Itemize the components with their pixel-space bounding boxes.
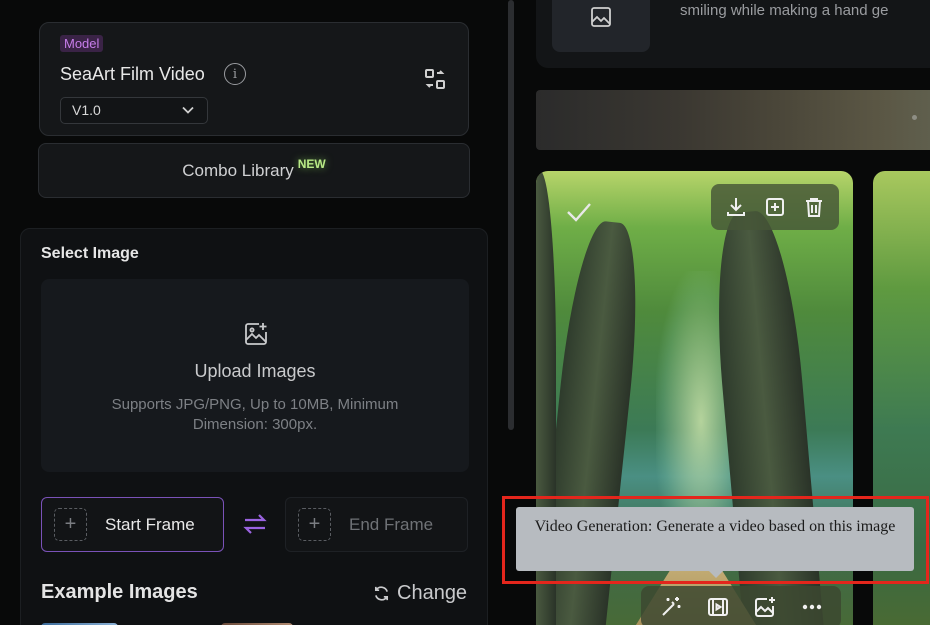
upload-area[interactable]: Upload Images Supports JPG/PNG, Up to 10… xyxy=(41,279,469,472)
download-icon[interactable] xyxy=(725,196,747,218)
swap-frames-icon[interactable] xyxy=(242,513,268,535)
version-select[interactable]: V1.0 xyxy=(60,97,208,124)
prompt-card: smiling while making a hand ge xyxy=(536,0,930,68)
image-action-bar xyxy=(711,184,839,230)
add-image-icon xyxy=(245,323,267,345)
scrollbar[interactable] xyxy=(508,0,514,430)
refresh-icon xyxy=(374,586,389,601)
magic-wand-icon[interactable] xyxy=(659,595,683,619)
start-frame-button[interactable]: + Start Frame xyxy=(41,497,224,552)
more-options-icon[interactable] xyxy=(800,595,824,619)
select-image-panel: Select Image Upload Images Supports JPG/… xyxy=(20,228,488,625)
switch-model-icon[interactable] xyxy=(423,67,447,91)
image-icon xyxy=(591,7,611,27)
select-check-icon[interactable] xyxy=(566,201,592,223)
change-label: Change xyxy=(397,582,468,604)
end-frame-label: End Frame xyxy=(349,514,434,534)
plus-icon: + xyxy=(54,508,87,541)
version-value: V1.0 xyxy=(72,102,101,118)
video-generation-tooltip: Video Generation: Generate a video based… xyxy=(516,507,914,571)
combo-library-button[interactable]: Combo Library NEW xyxy=(38,143,470,198)
plus-icon: + xyxy=(298,508,331,541)
model-card: Model SeaArt Film Video i V1.0 xyxy=(39,22,469,136)
example-images-title: Example Images xyxy=(41,581,198,603)
combo-library-label: Combo Library xyxy=(182,160,294,180)
edit-image-icon[interactable] xyxy=(753,595,777,619)
change-button[interactable]: Change xyxy=(373,582,467,605)
model-tag: Model xyxy=(60,35,104,52)
select-image-title: Select Image xyxy=(41,245,139,262)
start-frame-label: Start Frame xyxy=(105,514,195,534)
model-name[interactable]: SeaArt Film Video xyxy=(60,64,205,85)
video-generation-icon[interactable] xyxy=(706,595,730,619)
new-badge: NEW xyxy=(297,156,326,171)
generation-progress-strip xyxy=(536,90,930,150)
upload-title: Upload Images xyxy=(194,361,316,381)
loading-dot xyxy=(912,115,917,120)
delete-icon[interactable] xyxy=(803,196,825,218)
add-icon[interactable] xyxy=(764,196,786,218)
prompt-image-thumbnail[interactable] xyxy=(552,0,650,52)
info-icon[interactable]: i xyxy=(224,63,246,85)
image-tools-bar xyxy=(641,586,841,625)
tooltip-arrow xyxy=(709,571,723,578)
end-frame-button[interactable]: + End Frame xyxy=(285,497,468,552)
prompt-text: smiling while making a hand ge xyxy=(680,2,889,19)
upload-requirements: Supports JPG/PNG, Up to 10MB, Minimum Di… xyxy=(111,396,399,433)
chevron-down-icon xyxy=(182,106,194,114)
